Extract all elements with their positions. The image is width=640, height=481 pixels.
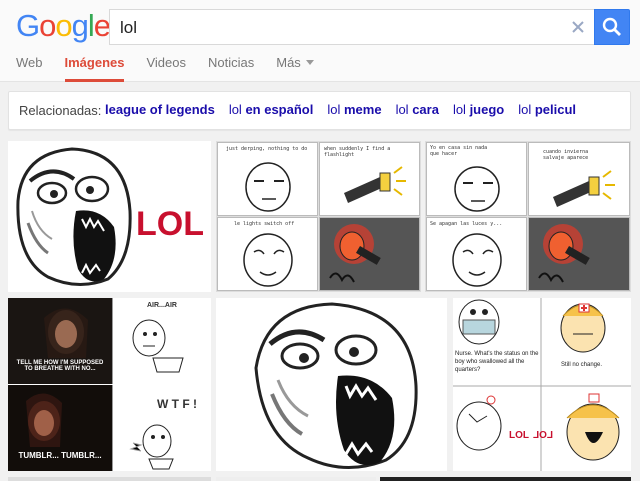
comic-panel: when suddenly I find a flashlight xyxy=(319,142,420,216)
dark-photo-top: TELL ME HOW I'M SUPPOSED TO BREATHE WITH… xyxy=(8,298,112,384)
comic-panel: Se apagan las luces y... xyxy=(426,217,527,291)
related-bold: meme xyxy=(343,102,382,117)
related-link[interactable]: lol en español xyxy=(229,102,314,117)
related-prefix: lol xyxy=(395,102,413,117)
comic-panel: cuando invierna salvaje aparece xyxy=(528,142,630,216)
search-box xyxy=(109,9,594,45)
logo-letter: g xyxy=(71,8,89,43)
comic-panel xyxy=(319,217,420,291)
cereal-guy-bottom: W T F ! xyxy=(112,385,211,471)
image-result-lol-face-large[interactable] xyxy=(216,298,447,471)
lol-face-illustration xyxy=(254,302,418,469)
reply-caption: Still no change. xyxy=(561,362,603,368)
cereal-guy-spit xyxy=(129,424,174,470)
related-prefix: lol xyxy=(327,102,344,117)
related-bold: pelicul xyxy=(534,102,577,117)
lol-face-illustration xyxy=(16,147,132,286)
logo-letter: o xyxy=(55,8,72,43)
lol-text: LOL xyxy=(509,430,529,441)
image-result-comic-flashlight-es[interactable]: Yo en casa sin nada que hacer cuando inv… xyxy=(425,141,631,292)
doctor-comic xyxy=(453,298,631,471)
nurse-caption: Nurse. What's the status on the boy who … xyxy=(455,351,539,373)
lol-text-mirrored: LOL xyxy=(533,430,553,441)
related-searches-bar: Relacionadas: league of legends lol en es… xyxy=(8,91,631,130)
related-prefix: lol xyxy=(228,102,246,117)
meme-caption: TELL ME HOW I'M SUPPOSED TO BREATHE WITH… xyxy=(16,360,104,372)
comic-panel: Yo en casa sin nada que hacer xyxy=(426,142,527,216)
woman-photo xyxy=(26,393,62,447)
me-gusta-face xyxy=(452,233,502,287)
related-bold: en español xyxy=(245,102,314,117)
image-result-tumblr-meme[interactable]: TELL ME HOW I'M SUPPOSED TO BREATHE WITH… xyxy=(8,298,211,471)
tab-more-label: Más xyxy=(276,55,301,70)
logo-letter: G xyxy=(16,8,40,43)
clear-icon[interactable] xyxy=(567,16,589,38)
related-bold: cara xyxy=(412,102,439,117)
glowing-face xyxy=(538,224,590,283)
related-bold: league of legends xyxy=(105,102,215,117)
image-result-partial[interactable] xyxy=(380,477,631,481)
related-link[interactable]: lol juego xyxy=(453,102,504,117)
related-prefix: lol xyxy=(452,102,470,117)
flashlight-icon xyxy=(344,166,406,203)
comic-panel: le lights switch off xyxy=(217,217,318,291)
related-prefix: lol xyxy=(518,102,535,117)
me-gusta-face xyxy=(243,233,293,287)
derp-face xyxy=(245,162,291,212)
related-bold: juego xyxy=(469,102,505,117)
glowing-face xyxy=(329,224,381,283)
tab-videos[interactable]: Videos xyxy=(146,55,186,82)
comic-panel: just derping, nothing to do xyxy=(217,142,318,216)
logo-letter: e xyxy=(93,8,111,43)
image-result-lol-face[interactable]: LOL xyxy=(8,141,211,292)
search-icon xyxy=(602,17,621,36)
cereal-guy-top: AIR...AIR xyxy=(112,298,211,384)
search-button[interactable] xyxy=(594,9,630,45)
top-bar: Google Web Imágenes Videos Noticias Más xyxy=(0,0,640,82)
related-link[interactable]: lol pelicul xyxy=(518,102,576,117)
cereal-guy xyxy=(132,319,184,373)
search-input[interactable] xyxy=(120,17,550,39)
image-result-partial[interactable] xyxy=(216,477,376,481)
related-label: Relacionadas: xyxy=(19,103,102,118)
tab-more[interactable]: Más xyxy=(276,55,314,82)
lol-text: LOL xyxy=(136,205,204,243)
woman-photo xyxy=(44,308,88,358)
image-result-comic-flashlight-en[interactable]: just derping, nothing to do when suddenl… xyxy=(216,141,421,292)
related-link[interactable]: lol meme xyxy=(327,102,381,117)
meme-caption: TUMBLR... TUMBLR... xyxy=(18,451,102,460)
image-result-nurse-comic[interactable]: Nurse. What's the status on the boy who … xyxy=(453,298,631,471)
tab-news[interactable]: Noticias xyxy=(208,55,254,82)
logo-letter: o xyxy=(39,8,56,43)
comic-panel xyxy=(528,217,630,291)
tab-web[interactable]: Web xyxy=(16,55,43,82)
google-logo[interactable]: Google xyxy=(16,8,111,44)
caret-down-icon xyxy=(305,60,314,65)
derp-face xyxy=(454,166,500,212)
image-result-partial[interactable] xyxy=(8,477,211,481)
search-nav: Web Imágenes Videos Noticias Más xyxy=(16,55,336,82)
scroll-fade xyxy=(600,92,630,129)
related-link[interactable]: league of legends xyxy=(105,102,215,117)
dark-photo-bottom: TUMBLR... TUMBLR... xyxy=(8,385,112,471)
tab-images[interactable]: Imágenes xyxy=(64,55,125,82)
related-links: league of legends lol en español lol meme l… xyxy=(105,102,590,117)
related-link[interactable]: lol cara xyxy=(396,102,439,117)
flashlight-icon xyxy=(553,170,615,207)
